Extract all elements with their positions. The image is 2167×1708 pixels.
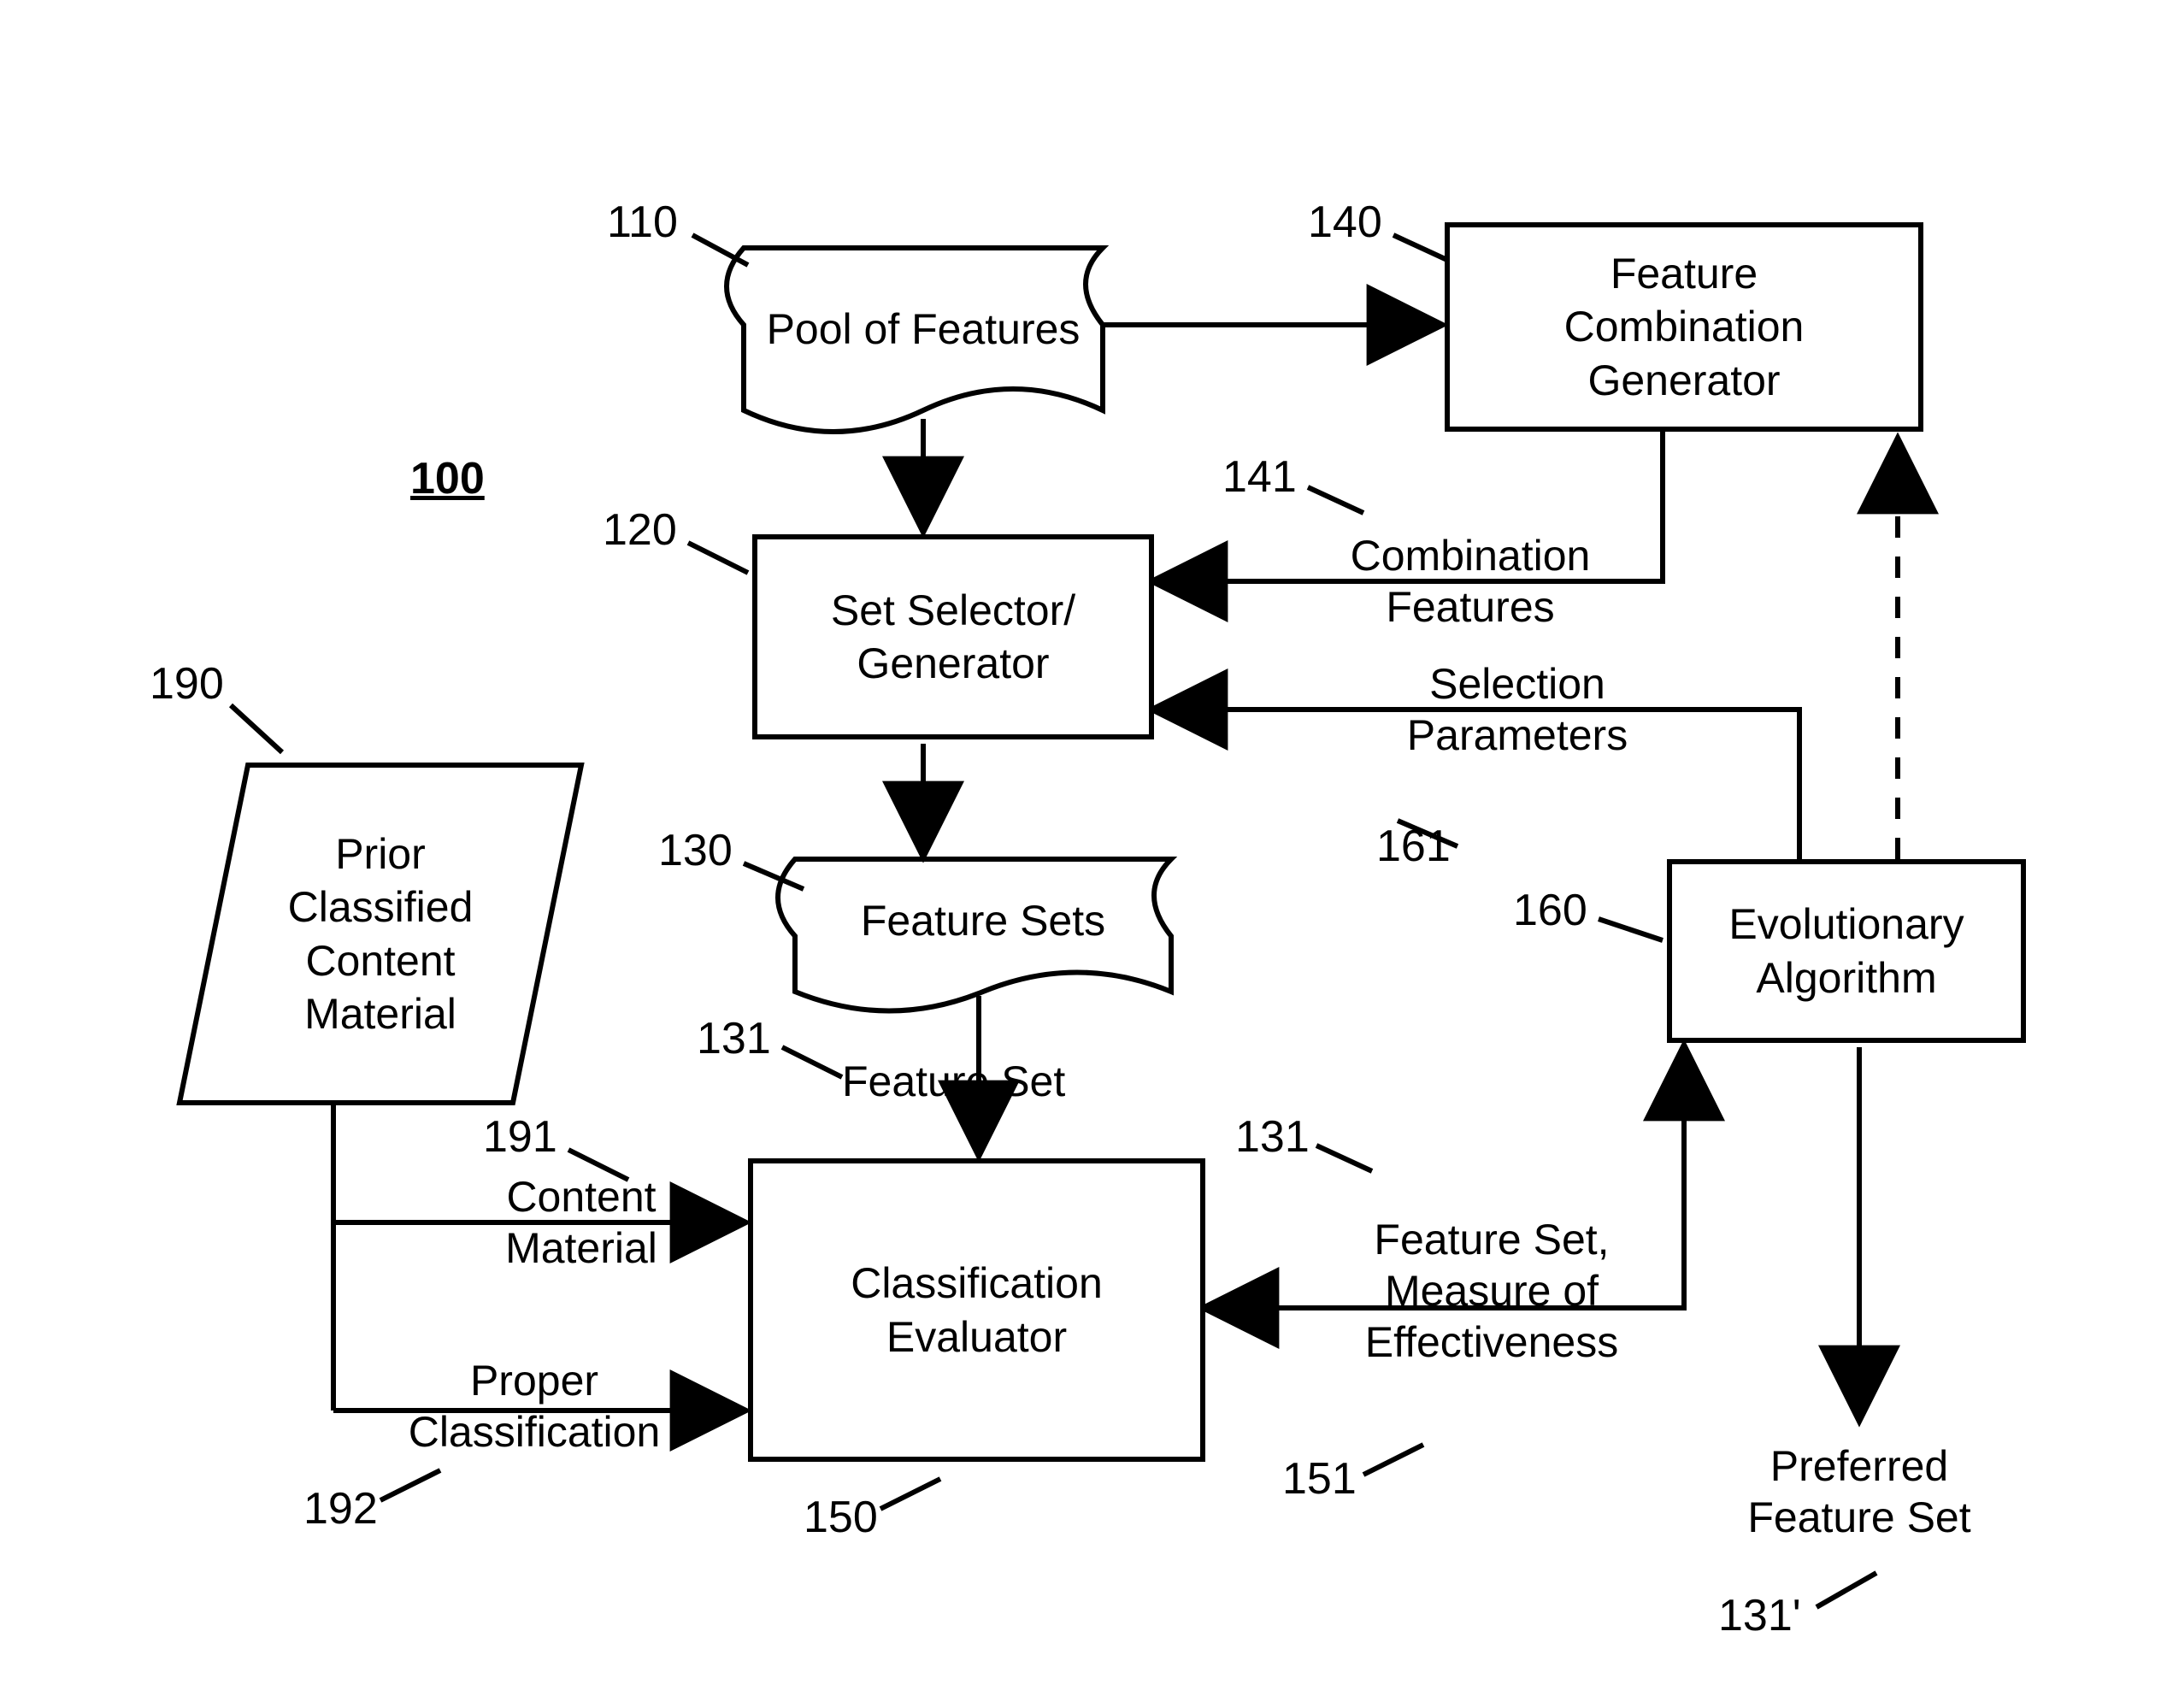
classification-evaluator-node: Classification Evaluator <box>748 1158 1205 1462</box>
evolutionary-algorithm-node: Evolutionary Algorithm <box>1667 859 2026 1043</box>
set-selector-generator-node: Set Selector/ Generator <box>752 534 1154 739</box>
preferred-feature-set-label: Preferred Feature Set <box>1718 1440 2000 1543</box>
ref-120: 120 <box>603 504 677 556</box>
selection-parameters-label: Selection Parameters <box>1389 658 1646 761</box>
ref-192: 192 <box>303 1483 378 1534</box>
evo-label: Evolutionary Algorithm <box>1728 898 1964 1004</box>
evaluator-label: Classification Evaluator <box>851 1257 1103 1363</box>
ref-160: 160 <box>1513 885 1587 936</box>
ref-130: 130 <box>658 825 733 876</box>
ref-150: 150 <box>804 1492 878 1543</box>
ref-151: 151 <box>1282 1453 1357 1505</box>
ref-190: 190 <box>150 658 224 710</box>
figure-ref: 100 <box>410 453 485 504</box>
selector-label: Set Selector/ Generator <box>831 584 1075 691</box>
pool-of-features-node: Pool of Features <box>744 248 1103 410</box>
prior-label: Prior Classified Content Material <box>288 827 474 1041</box>
proper-classification-label: Proper Classification <box>372 1355 697 1458</box>
combination-features-label: Combination Features <box>1334 530 1607 633</box>
content-material-label: Content Material <box>462 1171 701 1274</box>
feature-sets-label: Feature Sets <box>795 894 1171 948</box>
pool-of-features-label: Pool of Features <box>744 303 1103 356</box>
ref-191: 191 <box>483 1111 557 1163</box>
feature-sets-node: Feature Sets <box>795 859 1171 996</box>
ref-131prime: 131' <box>1718 1590 1801 1641</box>
feature-set-measure-label: Feature Set, Measure of Effectiveness <box>1329 1214 1654 1368</box>
ref-140: 140 <box>1308 197 1382 248</box>
flowchart-diagram: 100 Pool of Features 110 Feature Combina… <box>0 0 2167 1708</box>
ref-131b: 131 <box>1235 1111 1310 1163</box>
fcg-label: Feature Combination Generator <box>1564 247 1805 408</box>
ref-110: 110 <box>607 197 678 248</box>
feature-set-edge-label: Feature Set <box>842 1056 1116 1107</box>
ref-161: 161 <box>1376 821 1451 872</box>
ref-131: 131 <box>697 1013 771 1064</box>
ref-141: 141 <box>1222 451 1297 503</box>
feature-combination-generator-node: Feature Combination Generator <box>1445 222 1923 432</box>
prior-classified-content-node: Prior Classified Content Material <box>180 765 581 1103</box>
